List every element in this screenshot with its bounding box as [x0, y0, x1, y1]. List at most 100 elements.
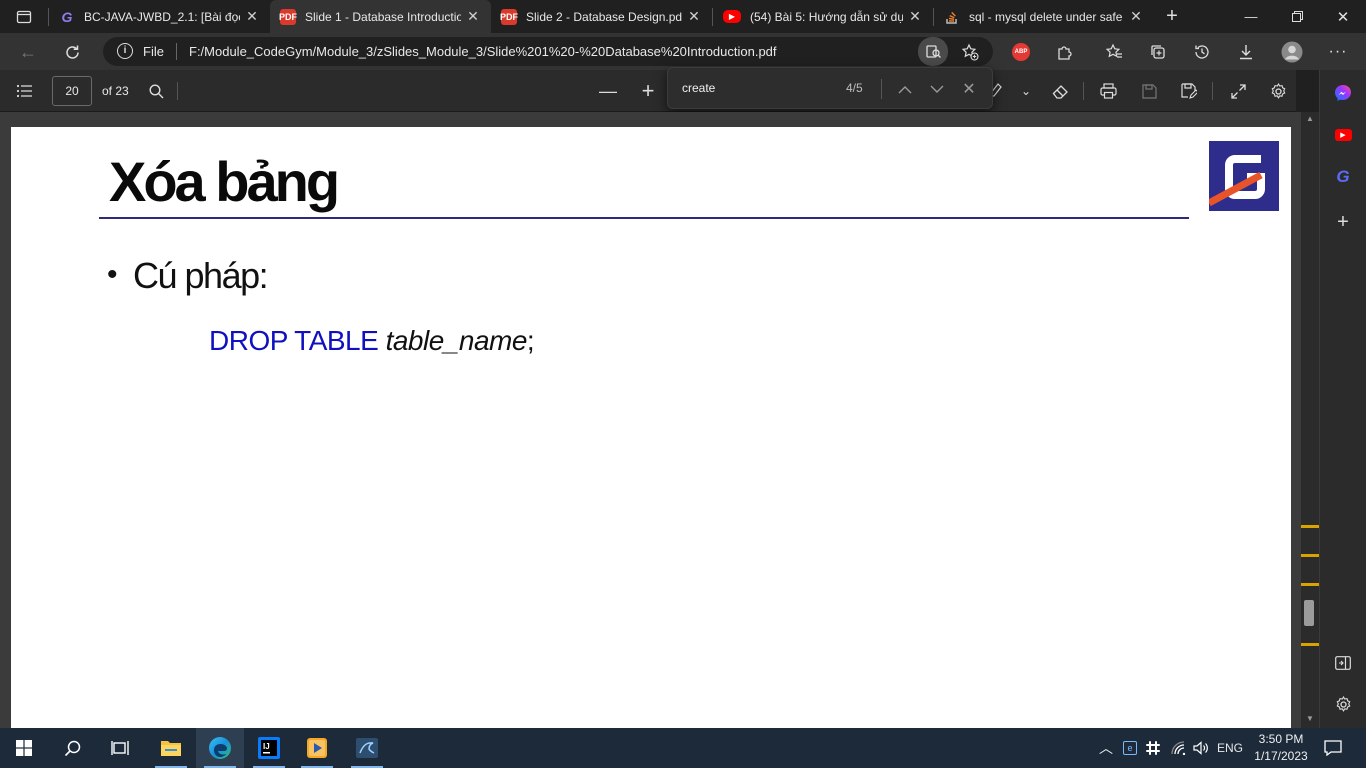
minimize-button[interactable]: —: [1228, 0, 1274, 33]
profile-button[interactable]: [1277, 37, 1307, 67]
slack-tray-button[interactable]: [1143, 728, 1163, 768]
taskbar-clock[interactable]: 3:50 PM 1/17/2023: [1251, 731, 1311, 765]
contents-list-icon: [16, 84, 32, 98]
volume-button[interactable]: [1191, 728, 1211, 768]
adblock-icon: ABP: [1012, 43, 1030, 61]
tab-slide-1[interactable]: PDF Slide 1 - Database Introductio ✕: [270, 0, 491, 33]
network-button[interactable]: [1168, 728, 1190, 768]
tab-stackoverflow[interactable]: sql - mysql delete under safe ✕: [934, 0, 1154, 33]
pdf-page: Xóa bảng • Cú pháp: DROP TABLE table_nam…: [11, 127, 1291, 728]
mysql-workbench-taskbar-button[interactable]: [343, 728, 391, 768]
address-separator: [176, 43, 177, 60]
youtube-icon: ▶: [723, 10, 741, 23]
refresh-icon: [65, 45, 79, 59]
find-close-button[interactable]: ✕: [956, 76, 982, 102]
intellij-taskbar-button[interactable]: IJ: [245, 728, 293, 768]
codegym-sidebar-button[interactable]: G: [1331, 165, 1355, 189]
tray-app-button[interactable]: e: [1120, 728, 1140, 768]
table-of-contents-button[interactable]: [9, 76, 39, 106]
download-icon: [1240, 45, 1252, 60]
windows-logo-icon: [16, 740, 32, 756]
vertical-scrollbar[interactable]: ▲ ▼: [1301, 112, 1319, 728]
read-aloud-icon: [925, 45, 941, 58]
page-number-input[interactable]: 20: [52, 76, 92, 106]
toolbar-separator: [1083, 82, 1084, 100]
close-icon[interactable]: ✕: [907, 8, 923, 25]
mysql-workbench-icon: [356, 738, 378, 758]
settings-menu-button[interactable]: ···: [1323, 37, 1353, 67]
sidebar-settings-button[interactable]: [1331, 692, 1355, 716]
sidebar-collapse-icon: [1335, 656, 1351, 670]
fullscreen-button[interactable]: [1223, 76, 1253, 106]
save-button[interactable]: [1134, 76, 1164, 106]
zoom-in-button[interactable]: +: [633, 76, 663, 106]
tab-youtube[interactable]: ▶ (54) Bài 5: Hướng dẫn sử dụng ✕: [713, 0, 933, 33]
search-taskbar-button[interactable]: [48, 728, 96, 768]
scroll-thumb[interactable]: [1304, 600, 1314, 626]
pdf-viewer[interactable]: Xóa bảng • Cú pháp: DROP TABLE table_nam…: [0, 112, 1301, 728]
close-icon[interactable]: ✕: [1128, 8, 1144, 25]
erase-button[interactable]: [1045, 76, 1075, 106]
adblock-extension-button[interactable]: ABP: [1006, 37, 1036, 67]
tab-actions-button[interactable]: [0, 0, 48, 33]
scheme-label: File: [143, 44, 164, 59]
new-tab-button[interactable]: +: [1154, 0, 1190, 33]
draw-options-dropdown[interactable]: ⌄: [1011, 76, 1041, 106]
tab-codegym[interactable]: G BC-JAVA-JWBD_2.1: [Bài đọc] ✕: [49, 0, 270, 33]
star-add-icon: [961, 43, 979, 61]
zoom-out-button[interactable]: —: [593, 76, 623, 106]
refresh-button[interactable]: [57, 37, 87, 67]
back-button[interactable]: ←: [13, 37, 43, 67]
messenger-button[interactable]: [1331, 81, 1355, 105]
find-previous-button[interactable]: [892, 76, 918, 102]
show-hidden-icons-button[interactable]: ︿: [1096, 728, 1116, 768]
scroll-down-arrow-icon[interactable]: ▼: [1304, 714, 1316, 723]
restore-button[interactable]: [1274, 0, 1320, 33]
task-view-button[interactable]: [96, 728, 144, 768]
history-button[interactable]: [1187, 37, 1217, 67]
sql-terminator: ;: [526, 325, 535, 356]
immersive-reader-button[interactable]: [918, 37, 948, 66]
puzzle-icon: [1058, 46, 1072, 60]
search-icon: [64, 740, 80, 756]
add-sidebar-app-button[interactable]: +: [1331, 210, 1355, 234]
eraser-icon: [1052, 84, 1068, 99]
downloads-button[interactable]: [1231, 37, 1261, 67]
scroll-up-arrow-icon[interactable]: ▲: [1304, 114, 1316, 123]
close-window-button[interactable]: ✕: [1320, 0, 1366, 33]
pdf-toolbar: 20 of 23 — + ⌄: [0, 70, 1296, 112]
close-icon[interactable]: ✕: [244, 8, 260, 25]
pdf-settings-button[interactable]: [1263, 76, 1293, 106]
notifications-button[interactable]: [1318, 728, 1348, 768]
hide-sidebar-button[interactable]: [1331, 651, 1355, 675]
find-next-button[interactable]: [924, 76, 950, 102]
input-language-button[interactable]: ENG: [1214, 728, 1246, 768]
chevron-up-icon: ︿: [1099, 740, 1113, 756]
speaker-icon: [1193, 741, 1208, 755]
slide-title: Xóa bảng: [109, 150, 340, 213]
extensions-button[interactable]: [1050, 37, 1080, 67]
collections-button[interactable]: [1143, 37, 1173, 67]
save-as-button[interactable]: [1174, 76, 1204, 106]
chevron-up-icon: [898, 85, 912, 93]
info-icon[interactable]: i: [117, 43, 133, 59]
find-button[interactable]: [141, 76, 171, 106]
media-player-taskbar-button[interactable]: [293, 728, 341, 768]
edge-sidebar: ▶ G +: [1319, 70, 1366, 728]
edge-taskbar-button[interactable]: [196, 728, 244, 768]
close-icon[interactable]: ✕: [686, 8, 702, 25]
add-favorite-button[interactable]: [955, 37, 985, 66]
clock-time: 3:50 PM: [1258, 732, 1304, 746]
start-button[interactable]: [0, 728, 48, 768]
print-button[interactable]: [1093, 76, 1123, 106]
url-text[interactable]: F:/Module_CodeGym/Module_3/zSlides_Modul…: [189, 44, 777, 59]
favorites-button[interactable]: [1099, 37, 1129, 67]
minus-icon: —: [599, 80, 617, 101]
file-explorer-button[interactable]: [147, 728, 195, 768]
address-bar[interactable]: i File F:/Module_CodeGym/Module_3/zSlide…: [103, 37, 993, 66]
close-icon[interactable]: ✕: [465, 8, 481, 25]
youtube-sidebar-button[interactable]: ▶: [1331, 123, 1355, 147]
find-input[interactable]: create: [682, 81, 715, 95]
tab-slide-2[interactable]: PDF Slide 2 - Database Design.pdf ✕: [491, 0, 712, 33]
collections-icon: [1151, 45, 1165, 59]
